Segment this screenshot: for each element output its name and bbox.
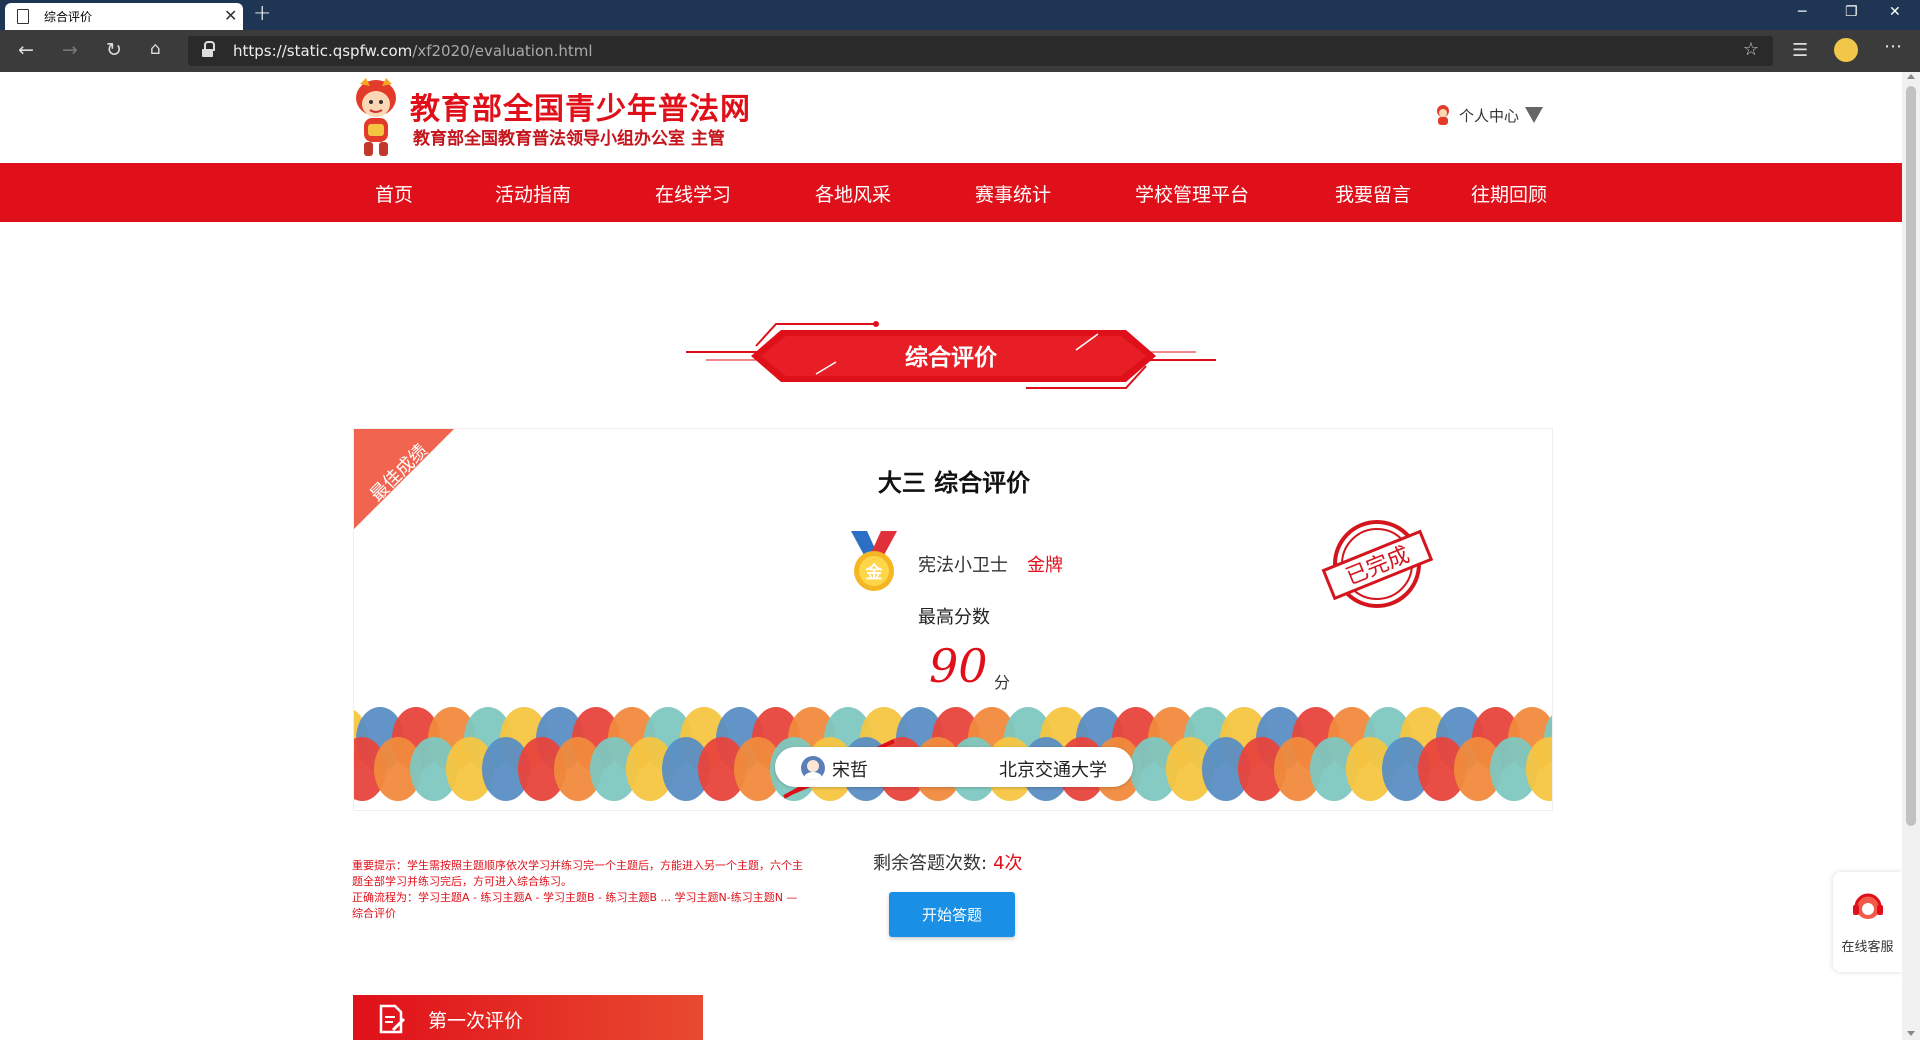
remaining-attempts: 剩余答题次数: 4次 [873,849,1023,875]
best-score-label: 最高分数 [918,607,990,628]
scroll-thumb[interactable] [1906,86,1916,826]
nav-item-regions[interactable]: 各地风采 [815,180,891,207]
lock-icon [202,41,215,58]
close-tab-icon[interactable]: ✕ [224,6,237,25]
student-avatar [801,756,825,780]
refresh-icon[interactable]: ↻ [106,39,122,61]
nav-item-online-study[interactable]: 在线学习 [655,180,731,207]
profile-avatar[interactable] [1834,38,1858,62]
notice-line-2: 正确流程为：学习主题A - 练习主题A - 学习主题B - 练习主题B ... … [352,891,798,920]
address-bar[interactable]: https://static.qspfw.com/xf2020/evaluati… [188,36,1773,66]
nav-item-school-platform[interactable]: 学校管理平台 [1135,180,1249,207]
section-banner: 综合评价 [686,316,1216,396]
back-icon[interactable]: ← [18,39,34,61]
minimize-icon[interactable]: ─ [1798,4,1806,20]
mascot-logo-icon [356,78,396,156]
page: 教育部全国青少年普法网 教育部全国教育普法领导小组办公室 主管 个人中心 首页 … [0,72,1902,1040]
favorite-star-icon[interactable]: ☆ [1743,39,1759,60]
completed-stamp: 已完成 [1321,520,1434,608]
site-subtitle: 教育部全国教育普法领导小组办公室 主管 [413,129,725,149]
caret-down-icon [1525,107,1544,123]
main-nav: 首页 活动指南 在线学习 各地风采 赛事统计 学校管理平台 我要留言 往期回顾 [0,163,1902,222]
site-title[interactable]: 教育部全国青少年普法网 [410,84,751,128]
scroll-up-icon[interactable] [1907,74,1915,79]
more-icon[interactable]: ⋯ [1884,36,1902,57]
medal-char: 金 [865,562,884,583]
student-name: 宋哲 [832,760,868,781]
first-evaluation-header[interactable]: 第一次评价 [353,995,703,1040]
user-avatar-icon [1437,105,1449,125]
card-title: 大三 综合评价 [877,469,1031,497]
remaining-value: 4次 [993,853,1023,874]
score-unit: 分 [994,673,1011,692]
document-edit-icon [379,1004,405,1034]
section-title: 第一次评价 [428,1010,524,1032]
browser-tab-bar: 综合评价 ✕ + ─ ❐ ✕ [0,0,1920,30]
headset-icon [1853,893,1883,919]
score-value: 90 [929,639,988,693]
notice-line-1: 重要提示：学生需按照主题顺序依次学习并练习完一个主题后，方能进入另一个主题，六个… [352,859,803,888]
close-window-icon[interactable]: ✕ [1889,4,1901,20]
medal-level: 金牌 [1027,555,1063,576]
forward-icon[interactable]: → [62,39,78,61]
user-center-label: 个人中心 [1459,106,1520,125]
new-tab-button[interactable]: + [253,1,271,26]
medal-name: 宪法小卫士 [918,555,1008,576]
page-icon [17,9,29,24]
important-notice: 重要提示：学生需按照主题顺序依次学习并练习完一个主题后，方能进入另一个主题，六个… [352,858,807,922]
nav-item-statistics[interactable]: 赛事统计 [975,180,1051,207]
remaining-label: 剩余答题次数: [873,853,988,874]
start-quiz-button[interactable]: 开始答题 [889,892,1015,937]
service-label: 在线客服 [1841,940,1894,955]
student-school: 北京交通大学 [999,760,1107,781]
nav-item-review[interactable]: 往期回顾 [1471,180,1547,207]
restore-icon[interactable]: ❐ [1845,4,1858,20]
user-center-menu[interactable]: 个人中心 [1433,104,1544,126]
scroll-down-icon[interactable] [1907,1031,1915,1036]
nav-item-message[interactable]: 我要留言 [1335,180,1411,207]
online-service-widget[interactable]: 在线客服 [1833,872,1902,972]
home-icon[interactable]: ⌂ [150,39,161,59]
browser-tab[interactable]: 综合评价 ✕ [5,3,243,30]
page-scrollbar[interactable] [1902,72,1920,1040]
student-info-bar: 宋哲 北京交通大学 [775,747,1133,787]
tab-title: 综合评价 [44,10,93,24]
banner-title: 综合评价 [905,345,997,371]
favorites-icon[interactable]: ☰ [1792,40,1808,61]
url-text: https://static.qspfw.com/xf2020/evaluati… [233,42,593,60]
nav-item-guide[interactable]: 活动指南 [495,180,571,207]
evaluation-card: 最佳成绩 大三 综合评价 金 宪法小卫士 金牌 已完成 最高分数 90 分 宋哲… [353,428,1553,811]
nav-item-home[interactable]: 首页 [375,180,413,207]
browser-toolbar: ← → ↻ ⌂ https://static.qspfw.com/xf2020/… [0,30,1920,72]
gold-medal-icon: 金 [851,531,897,591]
